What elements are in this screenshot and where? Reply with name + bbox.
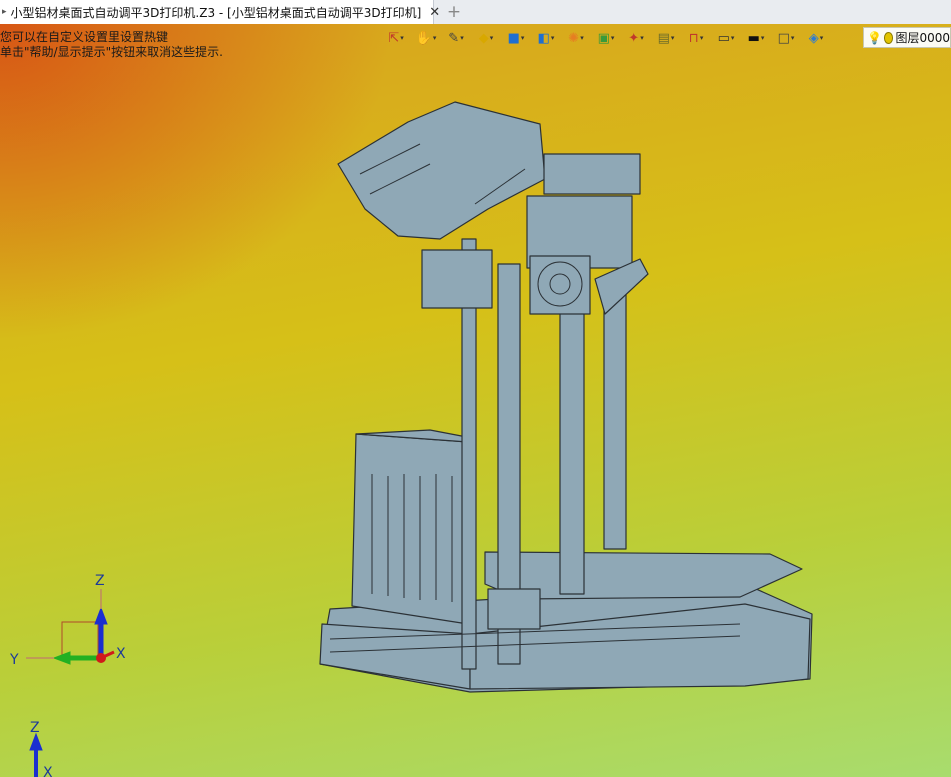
- layers-stack-button[interactable]: ◈ ▾: [802, 27, 830, 49]
- hand-tool-icon: ✋: [415, 30, 432, 46]
- base-front-left: [319, 623, 471, 690]
- box-button[interactable]: ▤ ▾: [652, 27, 680, 49]
- blue-cube-icon: ■: [507, 30, 520, 46]
- layer-selector[interactable]: 💡 图层0000: [863, 27, 951, 48]
- color-box-icon: □: [777, 30, 790, 46]
- box-icon: ▤: [657, 30, 670, 46]
- z-motor: [487, 588, 541, 630]
- render-mode-icon: ✺: [568, 30, 580, 46]
- chevron-down-icon: ▾: [760, 34, 765, 42]
- shaded-cube-button[interactable]: ◆ ▾: [472, 27, 500, 49]
- axis-label-z-world: Z: [30, 720, 40, 736]
- motor-left: [421, 249, 493, 309]
- layer-color-icon: [883, 31, 894, 44]
- display-button[interactable]: ▣ ▾: [592, 27, 620, 49]
- printer-model[interactable]: Z Y X Z X: [0, 24, 951, 777]
- render-mode-button[interactable]: ✺ ▾: [562, 27, 590, 49]
- chevron-down-icon: ▾: [790, 34, 795, 42]
- snap-button[interactable]: ✦ ▾: [622, 27, 650, 49]
- layers-stack-icon: ◈: [808, 30, 819, 46]
- blue-cube-button[interactable]: ■ ▾: [502, 27, 530, 49]
- hint-text: 您可以在自定义设置里设置热键 单击"帮助/显示提示"按钮来取消这些提示.: [0, 30, 223, 60]
- axis-label-x-world: X: [43, 765, 53, 777]
- tab-title: 小型铝材桌面式自动调平3D打印机.Z3 - [小型铝材桌面式自动调平3D打印机]: [10, 5, 422, 20]
- hand-tool-button[interactable]: ✋ ▾: [412, 27, 440, 49]
- chevron-down-icon: ▾: [550, 34, 555, 42]
- tab-pin-icon: ▸: [2, 7, 7, 17]
- pencil-button[interactable]: ✎ ▾: [442, 27, 470, 49]
- monitor-button[interactable]: ▭ ▾: [712, 27, 740, 49]
- view-toolbar: ⇱ ▾ ✋ ▾ ✎ ▾ ◆ ▾ ■ ▾ ◧ ▾ ✺ ▾ ▣ ▾ ✦ ▾ ▤ ▾ ⊓ ▾ ▭ ▾ ▬ ▾ □ ▾ ◈ ▾: [382, 26, 830, 50]
- chevron-down-icon: ▾: [489, 34, 494, 42]
- views-button[interactable]: ◧ ▾: [532, 27, 560, 49]
- axis-label-y: Y: [9, 652, 19, 668]
- top-bracket: [543, 153, 641, 195]
- extruder-head: [337, 101, 546, 240]
- views-icon: ◧: [537, 30, 550, 46]
- chevron-down-icon: ▾: [640, 34, 644, 42]
- document-tab[interactable]: ▸ 小型铝材桌面式自动调平3D打印机.Z3 - [小型铝材桌面式自动调平3D打印…: [0, 0, 440, 24]
- column-far: [603, 288, 627, 550]
- color-box-button[interactable]: □ ▾: [772, 27, 800, 49]
- 3d-viewport[interactable]: Z Y X Z X 您可以在自定义设置里设置热键 单击"帮助/显示提示"按钮来取…: [0, 24, 951, 777]
- axis-triad: Z Y X: [9, 573, 126, 668]
- layer-name: 图层0000: [895, 31, 950, 45]
- column-right: [559, 293, 585, 595]
- world-axis-triad: Z X: [29, 720, 53, 777]
- axis-label-z: Z: [95, 573, 105, 589]
- shaded-cube-icon: ◆: [478, 30, 489, 46]
- measure-icon: ⊓: [688, 30, 699, 46]
- hint-line-2: 单击"帮助/显示提示"按钮来取消这些提示.: [0, 45, 223, 59]
- chevron-down-icon: ▾: [580, 34, 584, 42]
- line-weight-button[interactable]: ▬ ▾: [742, 27, 770, 49]
- line-weight-icon: ▬: [747, 30, 760, 46]
- power-supply-box: [351, 433, 469, 625]
- tab-bar: ▸ 小型铝材桌面式自动调平3D打印机.Z3 - [小型铝材桌面式自动调平3D打印…: [0, 0, 951, 25]
- chevron-down-icon: ▾: [400, 34, 404, 42]
- bulb-icon: 💡: [867, 30, 882, 45]
- axis-label-x: X: [116, 646, 126, 662]
- chevron-down-icon: ▾: [460, 34, 464, 42]
- view-orient-button[interactable]: ⇱ ▾: [382, 27, 410, 49]
- hint-line-1: 您可以在自定义设置里设置热键: [0, 30, 169, 44]
- monitor-icon: ▭: [717, 30, 730, 46]
- chevron-down-icon: ▾: [432, 34, 437, 42]
- display-icon: ▣: [597, 30, 610, 46]
- chevron-down-icon: ▾: [730, 34, 735, 42]
- close-icon[interactable]: ✕: [429, 5, 440, 20]
- chevron-down-icon: ▾: [699, 34, 704, 42]
- measure-button[interactable]: ⊓ ▾: [682, 27, 710, 49]
- view-orient-icon: ⇱: [388, 30, 400, 46]
- chevron-down-icon: ▾: [520, 34, 525, 42]
- fan: [529, 255, 591, 315]
- snap-icon: ✦: [628, 30, 640, 46]
- chevron-down-icon: ▾: [670, 34, 675, 42]
- pencil-icon: ✎: [448, 30, 460, 46]
- chevron-down-icon: ▾: [610, 34, 615, 42]
- new-tab-button[interactable]: +: [444, 1, 464, 23]
- chevron-down-icon: ▾: [819, 34, 824, 42]
